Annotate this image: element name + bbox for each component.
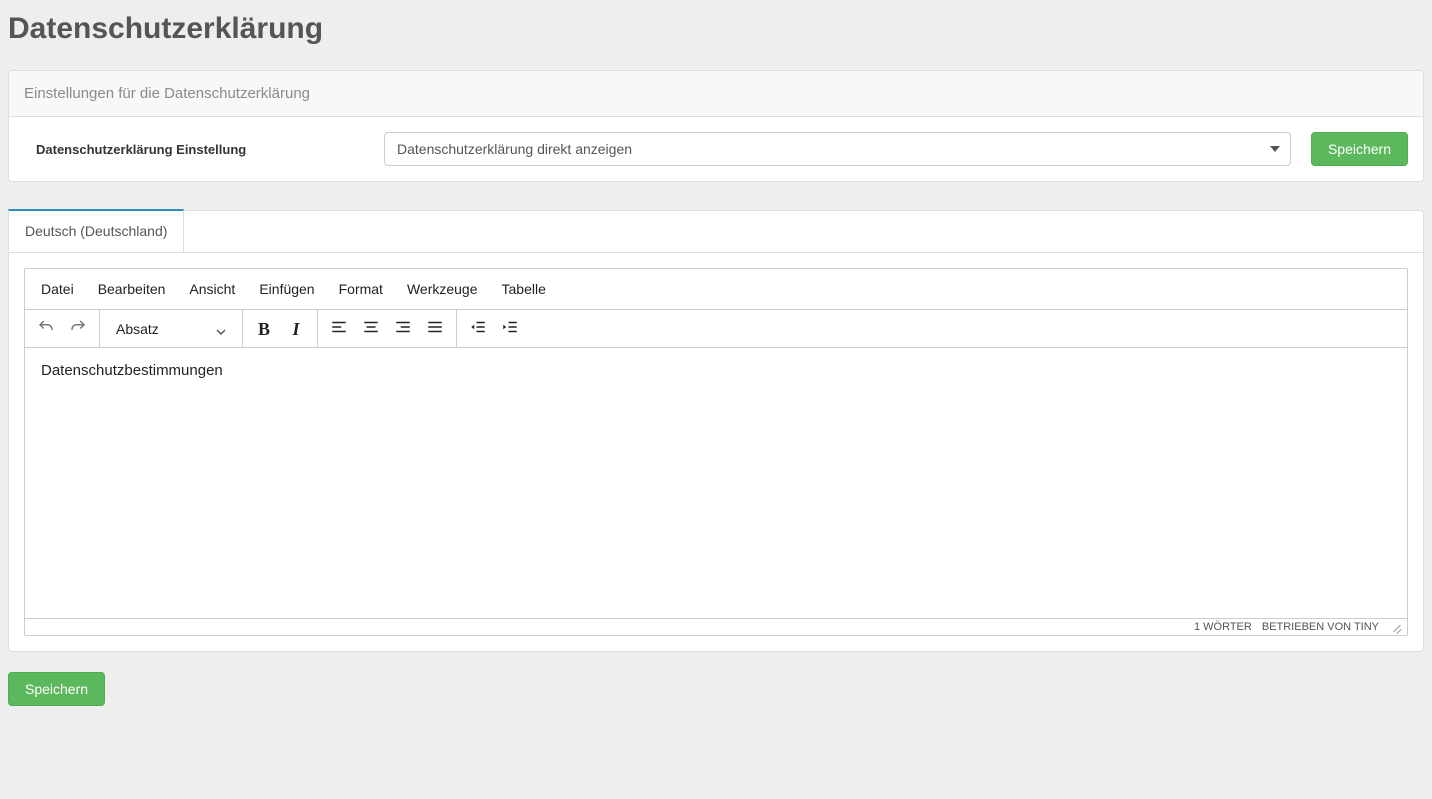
rich-text-editor: Datei Bearbeiten Ansicht Einfügen Format…: [24, 268, 1408, 636]
bold-button[interactable]: B: [249, 314, 279, 344]
block-format-select[interactable]: Absatz: [106, 314, 236, 344]
align-center-button[interactable]: [356, 314, 386, 344]
align-left-button[interactable]: [324, 314, 354, 344]
editor-toolbar: Absatz B I: [25, 310, 1407, 348]
editor-content-area[interactable]: Datenschutzbestimmungen: [25, 348, 1407, 618]
outdent-button[interactable]: [463, 314, 493, 344]
redo-icon: [69, 318, 87, 339]
align-right-button[interactable]: [388, 314, 418, 344]
settings-form-row: Datenschutzerklärung Einstellung Datensc…: [24, 132, 1408, 166]
page-title: Datenschutzerklärung: [8, 12, 1424, 46]
display-mode-select[interactable]: Datenschutzerklärung direkt anzeigen: [384, 132, 1291, 166]
menu-table[interactable]: Tabelle: [492, 273, 556, 305]
align-justify-icon: [426, 318, 444, 339]
outdent-icon: [469, 318, 487, 339]
italic-icon: I: [292, 320, 299, 338]
menu-tools[interactable]: Werkzeuge: [397, 273, 488, 305]
menu-view[interactable]: Ansicht: [179, 273, 245, 305]
word-count: 1 WÖRTER: [1194, 621, 1252, 633]
powered-by-label: BETRIEBEN VON TINY: [1262, 621, 1379, 633]
settings-panel: Einstellungen für die Datenschutzerkläru…: [8, 70, 1424, 182]
settings-panel-heading: Einstellungen für die Datenschutzerkläru…: [9, 71, 1423, 117]
menu-format[interactable]: Format: [329, 273, 393, 305]
chevron-down-icon: [216, 324, 226, 334]
language-tab-container: Deutsch (Deutschland) Datei Bearbeiten A…: [8, 210, 1424, 652]
align-center-icon: [362, 318, 380, 339]
align-left-icon: [330, 318, 348, 339]
indent-button[interactable]: [495, 314, 525, 344]
tab-bar: Deutsch (Deutschland): [9, 210, 1423, 253]
menu-insert[interactable]: Einfügen: [249, 273, 324, 305]
bold-icon: B: [258, 320, 270, 338]
block-format-label: Absatz: [116, 321, 159, 337]
editor-statusbar: 1 WÖRTER BETRIEBEN VON TINY: [25, 618, 1407, 635]
align-justify-button[interactable]: [420, 314, 450, 344]
menu-edit[interactable]: Bearbeiten: [88, 273, 176, 305]
undo-icon: [37, 318, 55, 339]
display-mode-label: Datenschutzerklärung Einstellung: [24, 142, 364, 157]
editor-menubar: Datei Bearbeiten Ansicht Einfügen Format…: [25, 269, 1407, 310]
tab-german[interactable]: Deutsch (Deutschland): [8, 209, 184, 252]
redo-button[interactable]: [63, 314, 93, 344]
save-settings-button[interactable]: Speichern: [1311, 132, 1408, 166]
undo-button[interactable]: [31, 314, 61, 344]
italic-button[interactable]: I: [281, 314, 311, 344]
align-right-icon: [394, 318, 412, 339]
menu-file[interactable]: Datei: [31, 273, 84, 305]
resize-handle[interactable]: [1389, 621, 1401, 633]
save-content-button[interactable]: Speichern: [8, 672, 105, 706]
indent-icon: [501, 318, 519, 339]
